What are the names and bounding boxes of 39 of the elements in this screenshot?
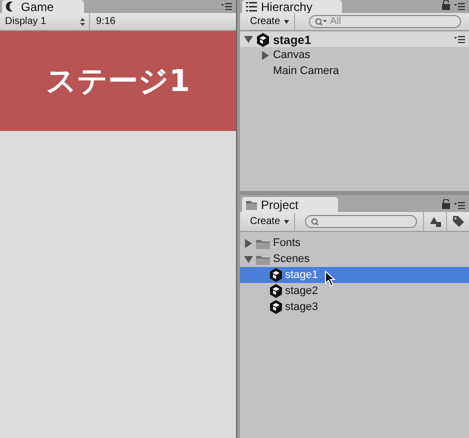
hierarchy-item[interactable]: Main Camera (272, 65, 340, 77)
project-item[interactable]: stage2 (240, 283, 469, 299)
tag-icon (452, 216, 464, 227)
menu-icon (454, 36, 465, 43)
caret-icon (284, 20, 289, 24)
search-field[interactable]: All (309, 15, 461, 28)
project-item[interactable]: Fonts (240, 235, 469, 251)
cursor-icon (324, 271, 336, 287)
scene-name[interactable]: stage1 (272, 32, 312, 46)
updown-icon (80, 18, 85, 26)
search-icon (315, 18, 327, 26)
panel-tab[interactable]: Project (242, 197, 338, 212)
unity-icon (256, 32, 269, 46)
folder-icon (246, 199, 257, 210)
menu-icon (454, 202, 465, 209)
lock-icon (442, 0, 450, 10)
project-item[interactable]: Scenes (240, 251, 469, 267)
panel-tab[interactable]: Game (2, 0, 84, 13)
unity-icon (270, 268, 282, 282)
folder-icon (256, 254, 270, 264)
stage-title: ステージ1 (46, 62, 190, 100)
display-dropdown[interactable]: Display 1 (0, 13, 90, 30)
unity-icon (270, 284, 282, 298)
caret-icon (284, 220, 289, 224)
lock-icon (442, 199, 450, 209)
hierarchy-item[interactable]: Canvas (272, 49, 310, 61)
panel-tab[interactable]: Hierarchy (242, 0, 342, 13)
project-item[interactable]: stage3 (240, 299, 469, 315)
shapes-icon (430, 216, 440, 226)
menu-icon (454, 3, 465, 10)
aspect-dropdown[interactable]: 9:16 (90, 16, 116, 27)
create-dropdown[interactable]: Create (242, 213, 295, 230)
menu-icon (220, 3, 232, 10)
folder-icon (256, 238, 270, 248)
search-field[interactable] (305, 215, 417, 228)
list-icon (246, 1, 257, 12)
search-icon (311, 218, 320, 226)
create-dropdown[interactable]: Create (242, 13, 295, 30)
unity-icon (270, 300, 282, 314)
